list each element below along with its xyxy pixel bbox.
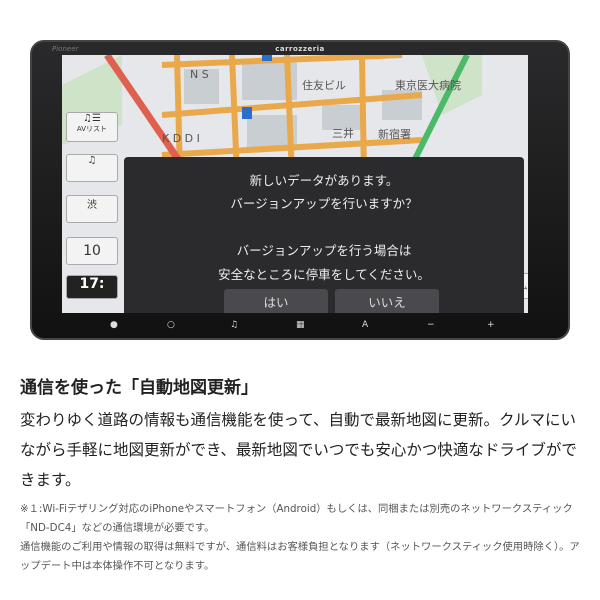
home-icon[interactable]: ○ [167,320,175,330]
section-body: 変わりゆく道路の情報も通信機能を使って、自動で最新地図に更新。クルマにいながら手… [20,411,577,489]
section-title: 通信を使った「自動地図更新」 [20,378,258,398]
av-list-button[interactable]: ♫☰ AVリスト [66,112,118,142]
map-label: 住友ビル [302,79,346,92]
footnote: 通信機能のご利用や情報の取得は無料ですが、通信料はお客様負担となります（ネットワ… [20,541,580,572]
dialog-message: 新しいデータがあります。 [249,173,399,188]
map-label: K D D I [162,132,200,145]
traffic-button[interactable]: 渋 [66,195,118,223]
av-list-icon: ♫☰ [83,113,101,124]
music-button[interactable]: ♫ [66,154,118,182]
menu-grid-icon[interactable]: ▦ [296,320,305,330]
power-icon[interactable]: ● [110,320,118,330]
volume-down-icon[interactable]: − [427,320,435,330]
map-label: N S [190,68,209,81]
car-navigation-device: Pioneer carrozzeria N S 住友ビル 東京医大病院 K D … [30,40,570,340]
version-up-dialog: 新しいデータがあります。 バージョンアップを行いますか？ バージョンアップを行う… [124,157,524,313]
map-label: 三井 [332,127,354,140]
yes-button[interactable]: はい [224,289,328,313]
dialog-message: バージョンアップを行う場合は [236,243,412,258]
dialog-message: 安全なところに停車をしてください。 [218,267,430,282]
hardware-button-bar: ● ○ ♫ ▦ A − + [32,318,568,338]
clock: 17: [66,275,118,299]
music-icon[interactable]: ♫ [230,320,238,330]
av-list-label: AVリスト [76,125,108,133]
navigation-screen: N S 住友ビル 東京医大病院 K D D I 三井 新宿署 ♫☰ AVリスト ♫… [62,55,528,313]
footnotes: ※１:Wi-Fiテザリング対応のiPhoneやスマートフォン（Android）も… [20,500,585,576]
volume-up-icon[interactable]: + [487,320,495,330]
speed-display: 10 [66,237,118,265]
map-icon[interactable]: A [362,320,368,330]
carrozzeria-logo: carrozzeria [275,45,325,53]
no-button[interactable]: いいえ [335,289,439,313]
dialog-message: バージョンアップを行いますか？ [230,196,418,211]
footnote: ※１:Wi-Fiテザリング対応のiPhoneやスマートフォン（Android）も… [20,503,573,534]
map-label: 東京医大病院 [395,79,461,92]
map-label: 新宿署 [378,128,411,141]
